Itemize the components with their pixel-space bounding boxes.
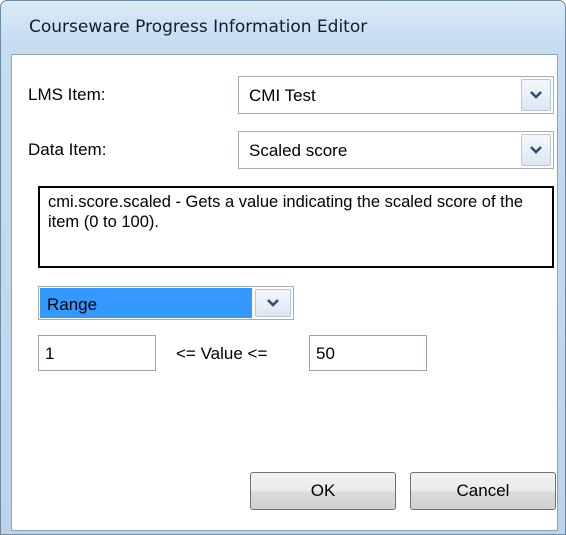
range-operator-label: <= Value <= xyxy=(176,344,268,363)
title-bar[interactable]: Courseware Progress Information Editor xyxy=(9,1,557,55)
chevron-down-icon[interactable] xyxy=(521,134,551,166)
dialog-window: Courseware Progress Information Editor L… xyxy=(0,0,566,535)
range-min-input[interactable]: 1 xyxy=(38,335,156,371)
dialog-client-area: LMS Item: CMI Test Data Item: Scaled sco… xyxy=(11,54,558,531)
chevron-down-icon[interactable] xyxy=(255,289,291,317)
data-item-value: Scaled score xyxy=(249,141,348,160)
range-min-value: 1 xyxy=(45,344,55,363)
ok-button[interactable]: OK xyxy=(250,472,396,510)
data-item-dropdown[interactable]: Scaled score xyxy=(238,131,554,169)
range-max-input[interactable]: 50 xyxy=(309,335,427,371)
lms-item-value: CMI Test xyxy=(249,86,316,105)
lms-item-label: LMS Item: xyxy=(28,85,106,104)
lms-item-dropdown[interactable]: CMI Test xyxy=(238,76,554,114)
cancel-button[interactable]: Cancel xyxy=(410,472,556,510)
condition-value: Range xyxy=(47,295,98,314)
condition-dropdown[interactable]: Range xyxy=(38,286,294,320)
description-box: cmi.score.scaled - Gets a value indicati… xyxy=(38,186,554,268)
data-item-label: Data Item: xyxy=(28,140,107,159)
range-max-value: 50 xyxy=(316,344,335,363)
chevron-down-icon[interactable] xyxy=(521,79,551,111)
window-title: Courseware Progress Information Editor xyxy=(29,17,368,37)
